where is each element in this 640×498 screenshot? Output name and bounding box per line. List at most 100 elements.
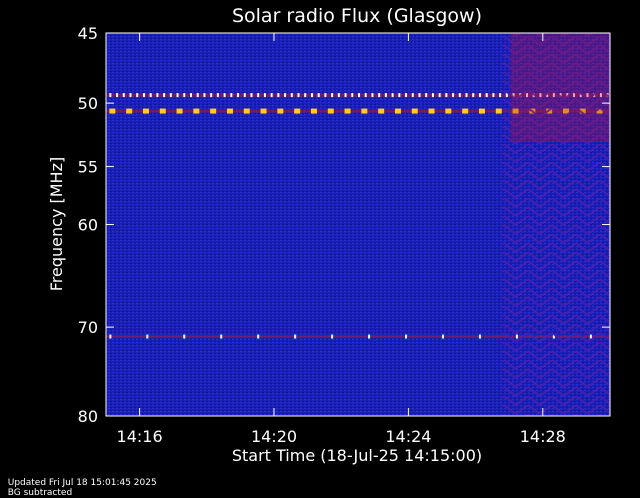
band-spot — [163, 93, 166, 98]
band-spot — [458, 93, 461, 98]
band-spot — [109, 334, 112, 339]
band-spot — [472, 93, 475, 98]
band-spot — [304, 93, 307, 98]
band-spot — [277, 108, 284, 114]
band-spot — [257, 334, 260, 339]
band-spot — [226, 108, 233, 114]
bg-note: BG subtracted — [7, 488, 73, 498]
plot-area — [105, 32, 611, 417]
band-spot — [378, 108, 385, 114]
band-spot — [405, 93, 408, 98]
band-spot — [159, 108, 166, 114]
band-spot — [126, 108, 133, 114]
band-spot — [428, 108, 435, 114]
band-spot — [331, 334, 334, 339]
band-spot — [442, 334, 444, 339]
band-spot — [223, 93, 226, 98]
band-spot — [129, 93, 132, 98]
band-spot — [142, 108, 149, 114]
band-spot — [425, 93, 428, 98]
band-spot — [492, 93, 495, 98]
band-spot — [294, 334, 297, 339]
band-spot — [109, 93, 112, 98]
band-spot — [196, 93, 199, 98]
band-spot — [193, 108, 200, 114]
band-spot — [109, 108, 116, 114]
y-tick-label: 70 — [78, 318, 98, 337]
band-spot — [361, 108, 368, 114]
band-spot — [384, 93, 387, 98]
band-spot — [190, 93, 192, 98]
x-tick-label: 14:28 — [520, 427, 566, 446]
band-spot — [149, 93, 152, 98]
band-spot — [116, 93, 119, 98]
band-spot — [478, 108, 485, 114]
band-spot — [136, 93, 139, 98]
band-spot — [270, 93, 273, 98]
y-axis-label: Frequency [MHz] — [47, 157, 66, 291]
band-spot — [310, 93, 313, 98]
band-spot — [183, 334, 186, 339]
band-spot — [290, 93, 293, 98]
footer: Updated Fri Jul 18 15:01:45 2025 BG subt… — [2, 468, 167, 498]
band-spot — [176, 108, 183, 114]
band-spot — [411, 93, 414, 98]
band-spot — [405, 334, 408, 339]
y-tick-label: 60 — [78, 216, 98, 235]
band-spot — [344, 108, 351, 114]
band-spot — [146, 334, 149, 339]
band-spot — [351, 93, 354, 98]
band-spot — [183, 93, 186, 98]
band-spot — [156, 93, 159, 98]
band-spot — [394, 108, 401, 114]
y-tick-label: 50 — [78, 94, 98, 113]
band-spot — [220, 334, 223, 339]
band-spot — [371, 93, 374, 98]
band-spot — [263, 93, 266, 98]
chart-title: Solar radio Flux (Glasgow) — [232, 5, 482, 27]
y-tick-label: 80 — [78, 407, 98, 426]
band-spot — [297, 93, 300, 98]
band-spot — [284, 93, 287, 98]
band-spot — [203, 93, 206, 98]
band-spot — [122, 93, 125, 98]
band-spot — [368, 334, 371, 339]
band-spot — [310, 108, 317, 114]
band-spot — [230, 93, 233, 98]
band-spot — [485, 93, 488, 98]
x-axis-label: Start Time (18-Jul-25 14:15:00) — [232, 446, 482, 465]
band-spot — [344, 93, 347, 98]
y-tick-label: 55 — [78, 158, 98, 177]
x-tick-label: 14:24 — [385, 427, 431, 446]
x-tick-label: 14:20 — [251, 427, 297, 446]
band-spot — [210, 93, 213, 98]
band-spot — [445, 93, 448, 98]
band-spot — [277, 93, 280, 98]
band-spot — [478, 93, 481, 98]
band-spot — [142, 93, 145, 98]
band-spot — [452, 93, 455, 98]
band-spot — [445, 108, 452, 114]
band-spot — [431, 93, 434, 98]
x-tick-label: 14:16 — [117, 427, 163, 446]
band-spot — [411, 108, 418, 114]
band-spot — [243, 108, 250, 114]
band-spot — [257, 93, 260, 98]
patterned-region-hot — [510, 33, 610, 142]
band-spot — [418, 93, 421, 98]
band-spot — [250, 93, 253, 98]
band-spot — [378, 93, 381, 98]
band-spot — [337, 93, 340, 98]
band-spot — [243, 93, 246, 98]
band-spot — [327, 108, 334, 114]
band-spot — [216, 93, 219, 98]
band-spot — [331, 93, 334, 98]
band-spot — [324, 93, 327, 98]
band-spot — [495, 108, 502, 114]
band-spot — [176, 93, 179, 98]
band-spot — [465, 93, 468, 98]
band-spot — [391, 93, 394, 98]
band-spot — [499, 93, 502, 98]
band-spot — [478, 334, 481, 339]
band-spot — [364, 93, 367, 98]
